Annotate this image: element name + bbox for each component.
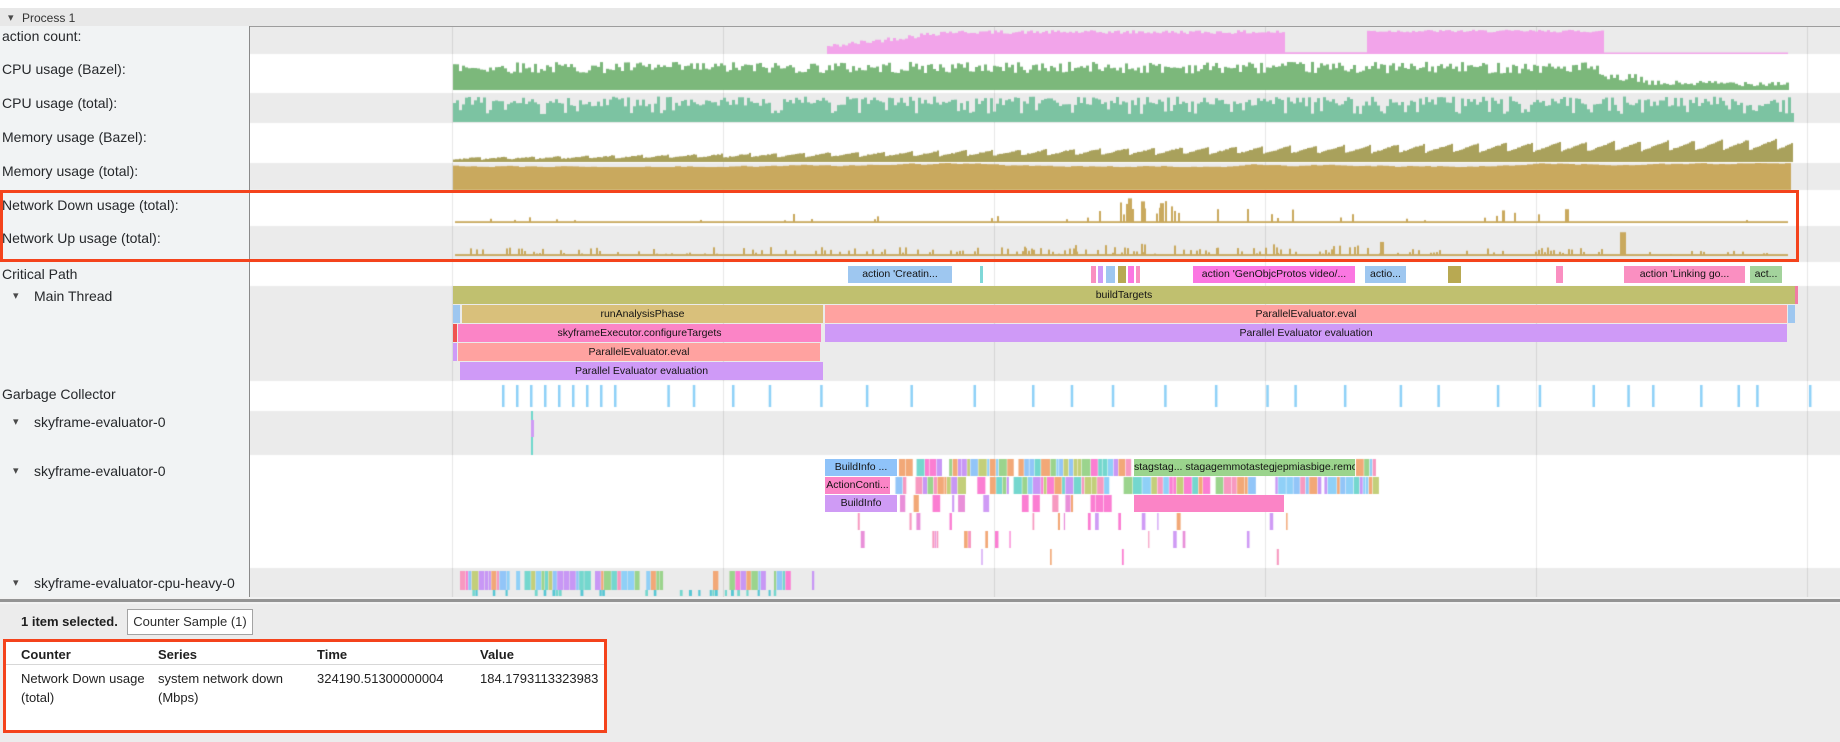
critical-path-slice[interactable] — [1098, 266, 1103, 283]
sidebar-item-skyframe-evaluator-0[interactable]: skyframe-evaluator-0 — [34, 414, 166, 430]
main-thread-slice[interactable] — [453, 305, 460, 323]
sidebar-item-memory-usage-total[interactable]: Memory usage (total): — [2, 163, 138, 179]
process-group-header[interactable]: ▾ Process 1 — [0, 8, 1840, 27]
evaluator-slice[interactable]: BuildInfo ... — [825, 459, 897, 476]
evaluator-slice[interactable]: BuildInfo — [825, 495, 897, 512]
timeline-ruler[interactable] — [0, 0, 1840, 8]
sidebar-item-cpu-usage-bazel[interactable]: CPU usage (Bazel): — [2, 61, 126, 77]
collapse-triangle-icon[interactable]: ▾ — [13, 289, 19, 302]
critical-path-slice[interactable] — [1091, 266, 1096, 283]
critical-path-slice[interactable] — [1118, 266, 1126, 283]
sidebar-item-main-thread[interactable]: Main Thread — [34, 288, 112, 304]
main-thread-slice[interactable]: Parallel Evaluator evaluation — [825, 324, 1787, 342]
main-thread-slice[interactable] — [453, 324, 457, 342]
sidebar-item-skyframe-evaluator-cpu-heavy-0[interactable]: skyframe-evaluator-cpu-heavy-0 — [34, 575, 235, 591]
main-thread-slice[interactable]: skyframeExecutor.configureTargets — [458, 324, 821, 342]
critical-path-slice[interactable] — [1448, 266, 1461, 283]
track-name-sidebar — [0, 26, 250, 597]
critical-path-slice[interactable] — [1128, 266, 1134, 283]
critical-path-slice[interactable] — [1136, 266, 1140, 283]
panel-splitter[interactable] — [0, 597, 1840, 604]
sidebar-item-critical-path[interactable]: Critical Path — [2, 266, 77, 282]
main-thread-slice[interactable]: ParallelEvaluator.eval — [825, 305, 1787, 323]
main-thread-slice[interactable]: ParallelEvaluator.eval — [458, 343, 820, 361]
sidebar-item-skyframe-evaluator-0[interactable]: skyframe-evaluator-0 — [34, 463, 166, 479]
main-thread-slice[interactable]: runAnalysisPhase — [462, 305, 823, 323]
main-thread-slice[interactable]: Parallel Evaluator evaluation — [460, 362, 823, 380]
selection-status: 1 item selected. — [21, 614, 118, 629]
main-thread-slice[interactable] — [1795, 286, 1798, 304]
main-thread-slice[interactable] — [453, 343, 457, 361]
critical-path-slice[interactable] — [1556, 266, 1563, 283]
evaluator-slice[interactable]: stagstag... stagagemmotastegjepmiasbige.… — [1134, 459, 1355, 476]
critical-path-slice[interactable]: act... — [1750, 266, 1782, 283]
main-thread-slice[interactable] — [1788, 305, 1795, 323]
collapse-triangle-icon[interactable]: ▾ — [8, 11, 14, 24]
evaluator-slice[interactable]: ActionConti... — [825, 477, 890, 494]
critical-path-slice[interactable]: action 'Creatin... — [848, 266, 952, 283]
collapse-triangle-icon[interactable]: ▾ — [13, 464, 19, 477]
critical-path-slice[interactable] — [1106, 266, 1115, 283]
splitter-handle[interactable] — [0, 599, 1840, 602]
sidebar-item-garbage-collector[interactable]: Garbage Collector — [2, 386, 116, 402]
collapse-triangle-icon[interactable]: ▾ — [13, 415, 19, 428]
red-highlight-box-1 — [0, 190, 1799, 262]
sidebar-item-action-count[interactable]: action count: — [2, 28, 81, 44]
sidebar-item-memory-usage-bazel[interactable]: Memory usage (Bazel): — [2, 129, 147, 145]
sidebar-item-cpu-usage-total[interactable]: CPU usage (total): — [2, 95, 117, 111]
red-highlight-box-2 — [3, 639, 607, 733]
critical-path-slice[interactable]: action 'GenObjcProtos video/... — [1193, 266, 1355, 283]
main-thread-slice[interactable]: buildTargets — [453, 286, 1795, 304]
tab-counter-sample[interactable]: Counter Sample (1) — [127, 609, 253, 635]
trace-viewer-window: ▾ Process 1 action 'Creatin... action 'Ge… — [0, 0, 1840, 742]
critical-path-slice[interactable]: action 'Linking go... — [1624, 266, 1745, 283]
collapse-triangle-icon[interactable]: ▾ — [13, 576, 19, 589]
critical-path-slice[interactable]: actio... — [1365, 266, 1406, 283]
process-title: Process 1 — [22, 11, 75, 25]
critical-path-slice[interactable] — [980, 266, 983, 283]
evaluator-slice[interactable] — [1134, 495, 1284, 512]
